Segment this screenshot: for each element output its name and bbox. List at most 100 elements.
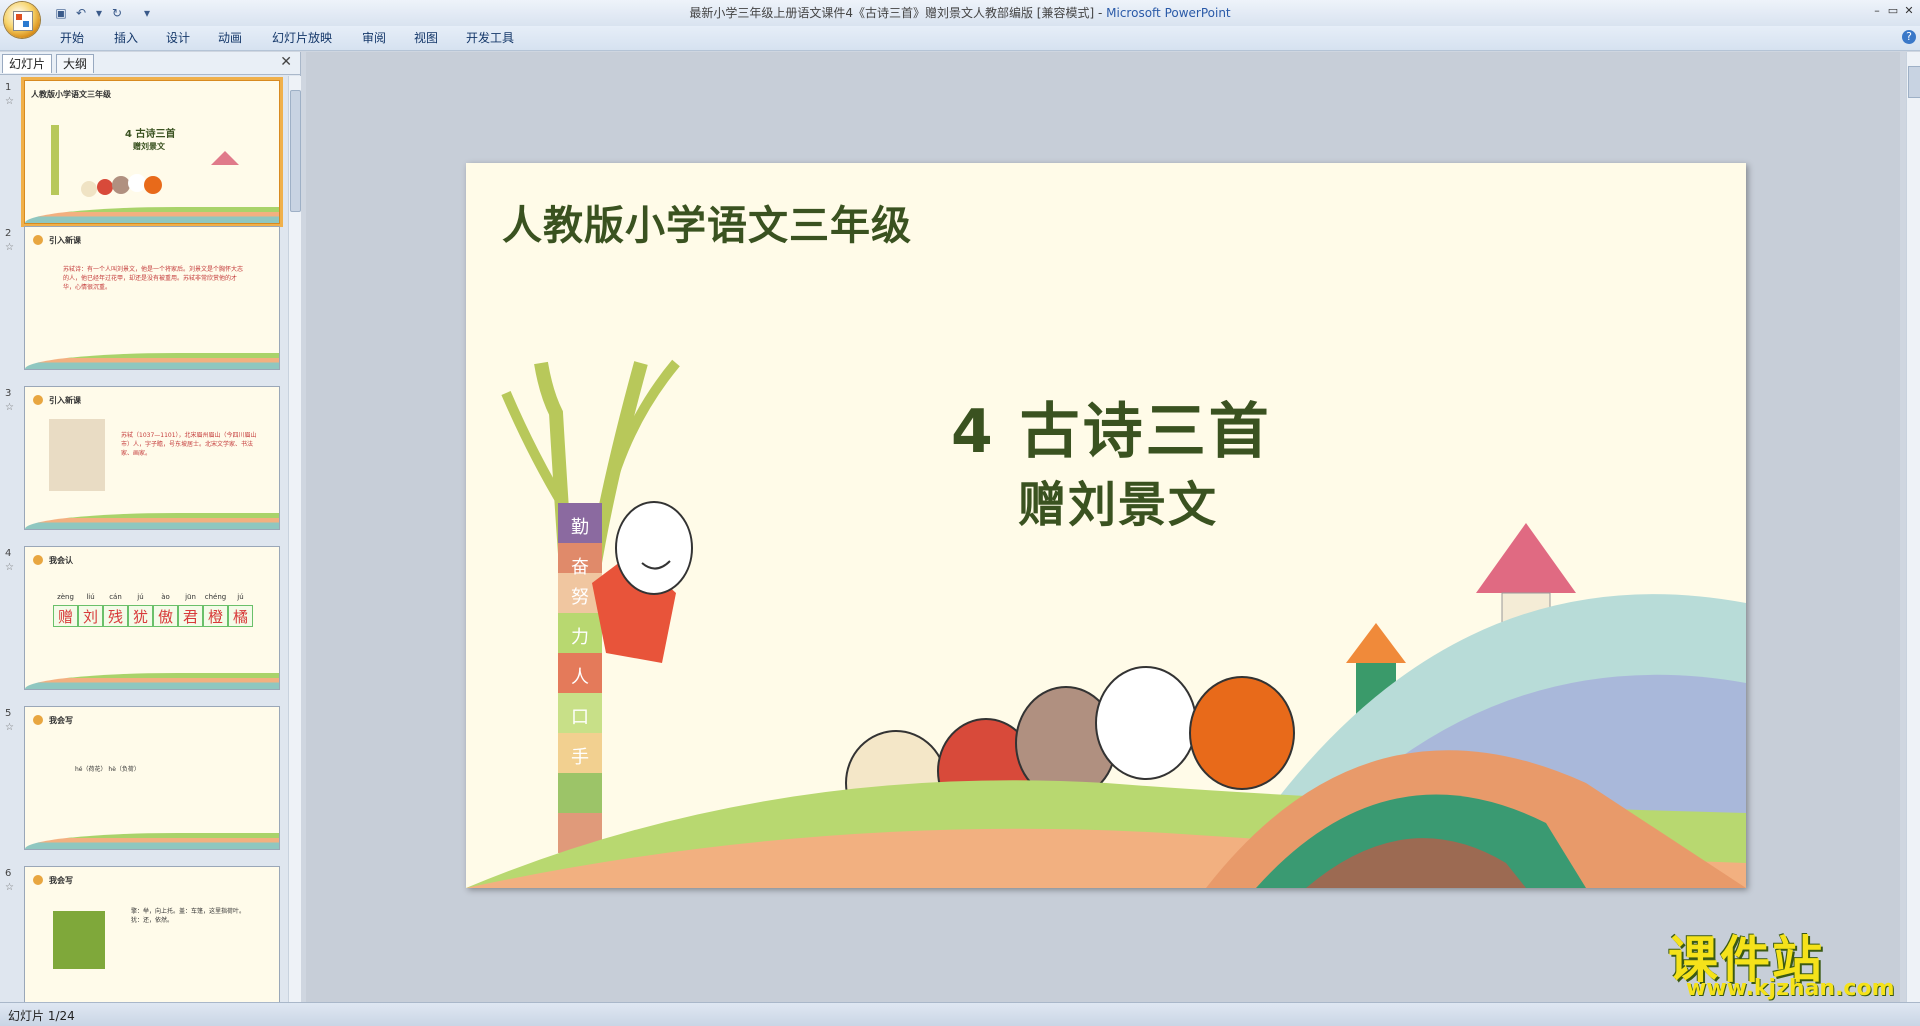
- character-cell: 刘: [78, 605, 103, 627]
- pinyin-cell: jú: [137, 593, 144, 601]
- thumbnail-number: 1: [5, 82, 12, 93]
- thumbnail-list: 1 ☆ 人教版小学语文三年级 4 古诗三首 赠刘景文 2 ☆ 引入新课 苏轼诗：…: [0, 76, 286, 1002]
- tab-developer[interactable]: 开发工具: [466, 29, 514, 47]
- thumbnail-body: 擎：举，向上托。盖：车篷，这里指荷叶。犹：还，依然。: [131, 908, 246, 924]
- thumbnail-slide-4[interactable]: 我会认 zèng liú cán jú ào jūn chéng jú 赠 刘 …: [24, 546, 280, 690]
- thumbnail-number: 3: [5, 388, 12, 399]
- character-cell: 傲: [153, 605, 178, 627]
- character-cell: 残: [103, 605, 128, 627]
- thumbnail-body: hé（荷花） hè（负荷）: [75, 766, 140, 773]
- thumbnail-slide-6[interactable]: 我会写 擎：举，向上托。盖：车篷，这里指荷叶。犹：还，依然。: [24, 866, 280, 1002]
- tree-char: 奋: [571, 557, 589, 578]
- scrollbar-thumb[interactable]: [290, 90, 301, 212]
- tab-slides[interactable]: 幻灯片: [2, 54, 53, 73]
- thumbnail-ground: [25, 673, 279, 689]
- watermark: 课件站 www.kjzhan.com: [1668, 920, 1904, 1002]
- watermark-url: www.kjzhan.com: [1686, 976, 1895, 1001]
- close-icon[interactable]: ✕: [1900, 2, 1918, 20]
- help-icon[interactable]: ?: [1902, 30, 1916, 44]
- pane-close-icon[interactable]: ✕: [280, 54, 292, 70]
- bullet-icon: [33, 875, 43, 885]
- pane-tabs: 幻灯片 大纲 ✕: [0, 52, 300, 75]
- slide-indicator: 幻灯片 1/24: [8, 1009, 75, 1023]
- tab-insert[interactable]: 插入: [114, 29, 138, 47]
- tree-char: 人: [571, 667, 589, 688]
- bullet-icon: [33, 715, 43, 725]
- thumbnail-heading: 我会写: [49, 876, 73, 885]
- boy-head: [615, 501, 693, 595]
- bullet-icon: [33, 235, 43, 245]
- tab-animations[interactable]: 动画: [218, 29, 242, 47]
- thumbnail-body: 苏轼诗：有一个人叫刘景文，他是一个将家后。刘景文是个胸怀大志的人，他已经年过花甲…: [63, 266, 244, 291]
- thumbnail-heading: 引入新课: [49, 396, 81, 405]
- thumbnail-number: 4: [5, 548, 12, 559]
- thumbnail-scrollbar[interactable]: [288, 76, 301, 1002]
- office-button[interactable]: [4, 2, 40, 38]
- office-logo-icon: [13, 11, 33, 31]
- kid-face: [1095, 666, 1197, 780]
- tab-review[interactable]: 审阅: [362, 29, 386, 47]
- tree-characters: 勤 奋 努 力 人 口 手: [558, 513, 602, 783]
- tree-char: 努: [571, 587, 589, 608]
- thumbnail-heading: 引入新课: [49, 236, 81, 245]
- tab-slide-show[interactable]: 幻灯片放映: [272, 29, 332, 47]
- title-bar: ▣ ↶ ▾ ↻ ▾ 最新小学三年级上册语文课件4《古诗三首》赠刘景文人教部编版 …: [0, 0, 1920, 38]
- thumbnail-ground: [25, 513, 279, 529]
- tree-char: 勤: [571, 517, 589, 538]
- character-row: 赠 刘 残 犹 傲 君 橙 橘: [53, 605, 253, 627]
- kid-face: [1189, 676, 1295, 790]
- thumbnail-body: 苏轼（1037—1101），北宋眉州眉山（今四川眉山市）人，字子瞻，号东坡居士。…: [121, 432, 257, 457]
- house-roof: [1476, 523, 1576, 593]
- flower-image: [53, 911, 105, 969]
- character-cell: 橘: [228, 605, 253, 627]
- pinyin-cell: chéng: [204, 593, 227, 601]
- thumbnail-ground: [25, 833, 279, 849]
- pinyin-cell: jūn: [185, 593, 196, 601]
- thumbnail-ground: [25, 353, 279, 369]
- animation-icon: ☆: [5, 562, 14, 573]
- animation-icon: ☆: [5, 882, 14, 893]
- portrait-image: [49, 419, 105, 491]
- tree-char: 手: [571, 747, 589, 768]
- slide-scrollbar[interactable]: [1906, 52, 1920, 1002]
- character-cell: 赠: [53, 605, 78, 627]
- scrollbar-thumb[interactable]: [1908, 66, 1920, 98]
- animation-icon: ☆: [5, 242, 14, 253]
- thumbnail-slide-1[interactable]: 人教版小学语文三年级 4 古诗三首 赠刘景文: [21, 77, 283, 227]
- tab-home[interactable]: 开始: [60, 29, 84, 47]
- tree-char: 力: [571, 627, 589, 648]
- character-cell: 橙: [203, 605, 228, 627]
- tab-outline[interactable]: 大纲: [56, 54, 95, 73]
- ribbon-tabs: 开始 插入 设计 动画 幻灯片放映 审阅 视图 开发工具 ?: [0, 26, 1920, 51]
- tower-roof: [1346, 623, 1406, 663]
- slides-pane: 幻灯片 大纲 ✕ 1 ☆ 人教版小学语文三年级 4 古诗三首 赠刘景文 2 ☆ …: [0, 52, 301, 1002]
- character-cell: 君: [178, 605, 203, 627]
- bullet-icon: [33, 555, 43, 565]
- app-name: Microsoft PowerPoint: [1106, 6, 1231, 20]
- thumbnail-slide-5[interactable]: 我会写 hé（荷花） hè（负荷）: [24, 706, 280, 850]
- pinyin-cell: liú: [86, 593, 95, 601]
- character-cell: 犹: [128, 605, 153, 627]
- thumbnail-heading: 我会写: [49, 716, 73, 725]
- tab-view[interactable]: 视图: [414, 29, 438, 47]
- pinyin-cell: jú: [237, 593, 244, 601]
- window-title: 最新小学三年级上册语文课件4《古诗三首》赠刘景文人教部编版 [兼容模式] - M…: [0, 4, 1920, 21]
- status-bar: 幻灯片 1/24: [0, 1002, 1920, 1026]
- animation-icon: ☆: [5, 402, 14, 413]
- thumbnail-heading: 我会认: [49, 556, 73, 565]
- thumbnail-number: 5: [5, 708, 12, 719]
- thumbnail-number: 2: [5, 228, 12, 239]
- pinyin-cell: cán: [109, 593, 122, 601]
- thumbnail-illustration: [51, 125, 239, 197]
- pinyin-cell: ào: [161, 593, 170, 601]
- animation-icon: ☆: [5, 96, 14, 107]
- slide-illustration: [466, 359, 1746, 888]
- pinyin-cell: zèng: [57, 593, 74, 601]
- thumbnail-slide-3[interactable]: 引入新课 苏轼（1037—1101），北宋眉州眉山（今四川眉山市）人，字子瞻，号…: [24, 386, 280, 530]
- thumbnail-slide-2[interactable]: 引入新课 苏轼诗：有一个人叫刘景文，他是一个将家后。刘景文是个胸怀大志的人，他已…: [24, 226, 280, 370]
- bullet-icon: [33, 395, 43, 405]
- tab-design[interactable]: 设计: [166, 29, 190, 47]
- pinyin-row: zèng liú cán jú ào jūn chéng jú: [53, 593, 253, 603]
- current-slide[interactable]: 人教版小学语文三年级 4 古诗三首 赠刘景文 勤 奋 努 力 人 口 手: [466, 163, 1746, 888]
- document-title: 最新小学三年级上册语文课件4《古诗三首》赠刘景文人教部编版 [兼容模式] -: [689, 6, 1103, 20]
